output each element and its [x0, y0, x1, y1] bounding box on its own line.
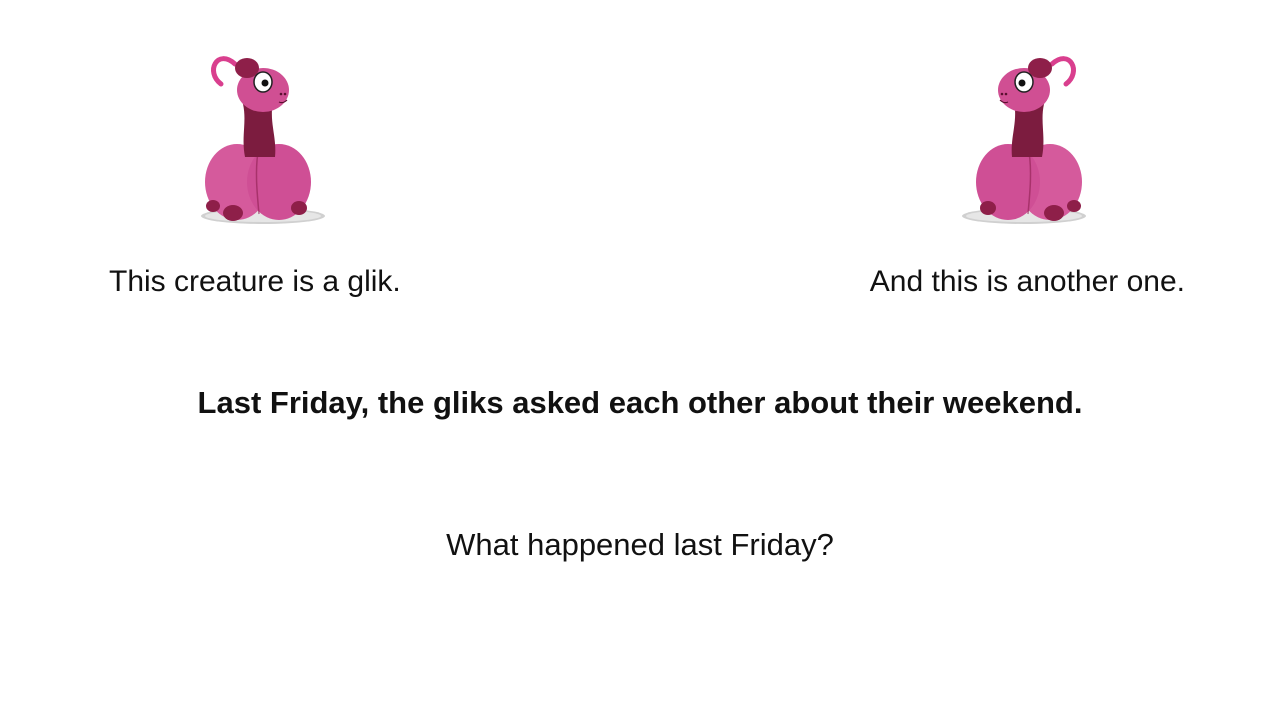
- headline: Last Friday, the gliks asked each other …: [197, 385, 1083, 420]
- caption-right: And this is another one.: [869, 265, 1185, 298]
- glik-creature-right-illustration: [962, 56, 1086, 224]
- slide: This creature is a glik. And this is ano…: [0, 0, 1280, 720]
- caption-left: This creature is a glik.: [109, 265, 401, 298]
- glik-creature-left-illustration: [201, 56, 325, 224]
- question: What happened last Friday?: [446, 527, 834, 562]
